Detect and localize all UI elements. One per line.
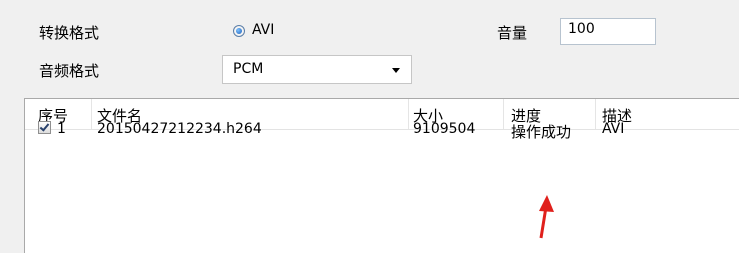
red-arrow-annotation (539, 195, 554, 239)
red-arrow-head (539, 195, 554, 212)
red-arrow-shaft (539, 206, 548, 239)
